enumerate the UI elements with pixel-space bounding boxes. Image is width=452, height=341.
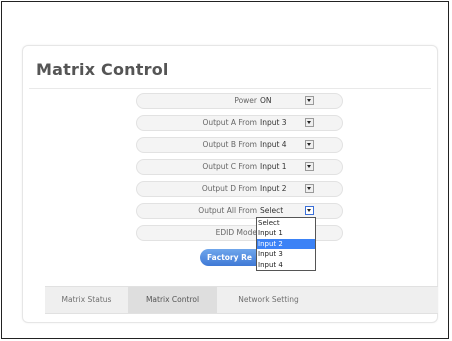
tab-matrix-control[interactable]: Matrix Control (128, 287, 217, 313)
output-b-row: Output B From Input 4 (136, 137, 343, 153)
chevron-down-icon[interactable] (305, 140, 314, 149)
dropdown-option[interactable]: Input 1 (257, 228, 315, 238)
chevron-down-icon[interactable] (305, 162, 314, 171)
output-b-select[interactable]: Input 4 (258, 139, 318, 151)
chevron-down-icon[interactable] (305, 184, 314, 193)
output-all-label: Output All From (198, 206, 257, 215)
power-value: ON (260, 96, 272, 105)
tab-matrix-status[interactable]: Matrix Status (45, 287, 128, 313)
output-a-row: Output A From Input 3 (136, 115, 343, 131)
output-a-label: Output A From (202, 118, 257, 127)
chevron-down-icon[interactable] (305, 118, 314, 127)
dropdown-option[interactable]: Input 3 (257, 249, 315, 259)
output-c-select[interactable]: Input 1 (258, 161, 318, 173)
output-c-row: Output C From Input 1 (136, 159, 343, 175)
chevron-down-icon[interactable] (305, 206, 314, 215)
dropdown-option-highlighted[interactable]: Input 2 (257, 238, 315, 250)
output-c-value: Input 1 (260, 162, 287, 171)
output-b-label: Output B From (202, 140, 257, 149)
power-select[interactable]: ON (258, 95, 318, 107)
matrix-control-panel: Matrix Control Power ON Output A From In… (22, 45, 438, 323)
output-c-label: Output C From (202, 162, 257, 171)
title-divider (29, 88, 431, 89)
tab-bar: Matrix Status Matrix Control Network Set… (45, 286, 438, 314)
edid-mode-label: EDID Mode (215, 228, 257, 237)
output-d-select[interactable]: Input 2 (258, 183, 318, 195)
page-title: Matrix Control (36, 60, 169, 79)
output-d-row: Output D From Input 2 (136, 181, 343, 197)
output-d-value: Input 2 (260, 184, 287, 193)
power-row: Power ON (136, 93, 343, 109)
output-all-value: Select (260, 206, 284, 215)
power-label: Power (234, 96, 257, 105)
output-all-dropdown-list[interactable]: Select Input 1 Input 2 Input 3 Input 4 (256, 217, 316, 271)
output-a-select[interactable]: Input 3 (258, 117, 318, 129)
output-b-value: Input 4 (260, 140, 287, 149)
output-all-select[interactable]: Select (258, 205, 318, 217)
dropdown-option[interactable]: Input 4 (257, 260, 315, 270)
chevron-down-icon[interactable] (305, 96, 314, 105)
dropdown-option[interactable]: Select (257, 218, 315, 228)
output-d-label: Output D From (201, 184, 257, 193)
output-a-value: Input 3 (260, 118, 287, 127)
tab-network-setting[interactable]: Network Setting (217, 287, 320, 313)
